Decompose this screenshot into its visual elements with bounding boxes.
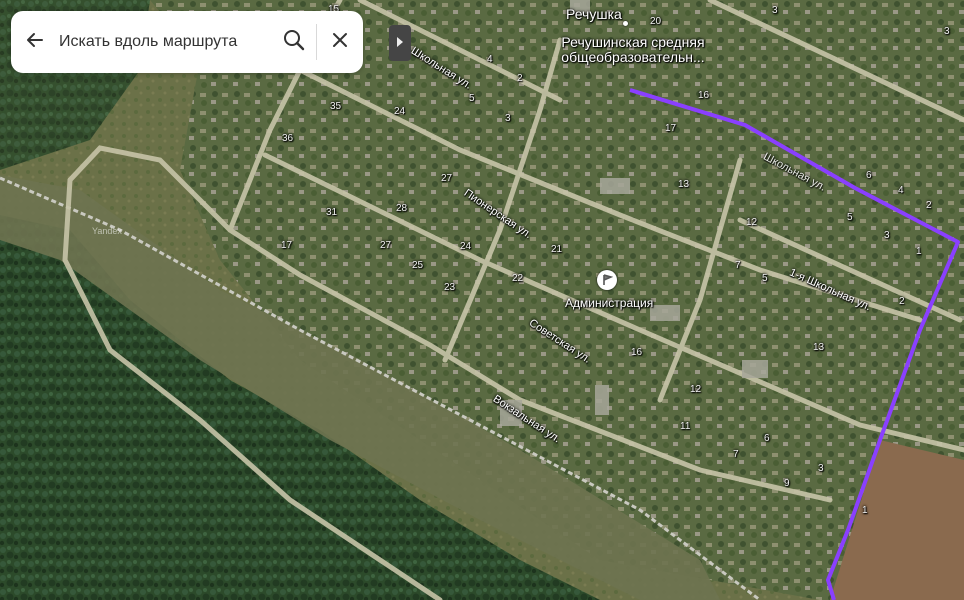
house-number: 2 [899, 296, 905, 307]
house-number: 7 [733, 449, 739, 460]
house-number: 21 [551, 244, 563, 255]
house-number: 27 [380, 240, 392, 251]
house-number: 7 [735, 260, 741, 271]
house-number: 5 [469, 93, 475, 104]
house-number: 11 [680, 421, 691, 432]
poi-dot [623, 21, 628, 26]
building [650, 305, 680, 321]
administration-label[interactable]: Администрация [565, 296, 653, 311]
search-button[interactable] [272, 11, 316, 73]
house-number: 5 [847, 212, 853, 223]
house-number: 3 [772, 5, 778, 16]
house-number: 4 [898, 185, 904, 196]
route-search-bar: Искать вдоль маршрута [11, 11, 363, 73]
house-number: 3 [884, 230, 890, 241]
house-number: 12 [746, 217, 758, 228]
house-number: 35 [330, 101, 342, 112]
watermark: Yandex [92, 226, 122, 236]
house-number: 17 [665, 123, 677, 134]
house-number: 25 [412, 260, 424, 271]
house-number: 9 [784, 478, 790, 489]
house-number: 22 [512, 273, 524, 284]
school-label[interactable]: Речушинская средняя общеобразовательн... [558, 35, 708, 65]
house-number: 1 [916, 246, 922, 257]
house-number: 28 [396, 203, 408, 214]
house-number: 4 [487, 54, 493, 65]
house-number: 24 [394, 106, 406, 117]
house-number: 6 [866, 170, 872, 181]
house-number: 16 [698, 90, 710, 101]
village-label[interactable]: Речушка [566, 7, 622, 22]
house-number: 20 [650, 16, 662, 27]
house-number: 3 [818, 463, 824, 474]
house-number: 12 [690, 384, 702, 395]
house-number: 16 [631, 347, 643, 358]
house-number: 3 [944, 26, 950, 37]
house-number: 2 [926, 200, 932, 211]
search-input[interactable]: Искать вдоль маршрута [59, 33, 272, 51]
house-number: 1 [862, 505, 868, 516]
house-number: 31 [326, 207, 338, 218]
house-number: 24 [460, 241, 472, 252]
collapse-panel-button[interactable] [389, 25, 411, 61]
house-number: 2 [517, 73, 523, 84]
close-icon [332, 32, 348, 53]
house-number: 5 [762, 273, 768, 284]
close-button[interactable] [317, 11, 363, 73]
house-number: 17 [281, 240, 293, 251]
house-number: 36 [282, 133, 294, 144]
house-number: 3 [505, 113, 511, 124]
house-number: 6 [764, 433, 770, 444]
flag-icon[interactable] [597, 270, 617, 290]
building [595, 385, 609, 415]
satellite-map[interactable] [0, 0, 964, 600]
building [600, 178, 630, 194]
arrow-left-icon [25, 30, 45, 55]
back-button[interactable] [11, 11, 59, 73]
search-icon [283, 29, 305, 56]
building [742, 360, 768, 378]
house-number: 23 [444, 282, 456, 293]
house-number: 27 [441, 173, 453, 184]
house-number: 13 [678, 179, 690, 190]
chevron-right-icon [396, 34, 404, 52]
house-number: 13 [813, 342, 825, 353]
